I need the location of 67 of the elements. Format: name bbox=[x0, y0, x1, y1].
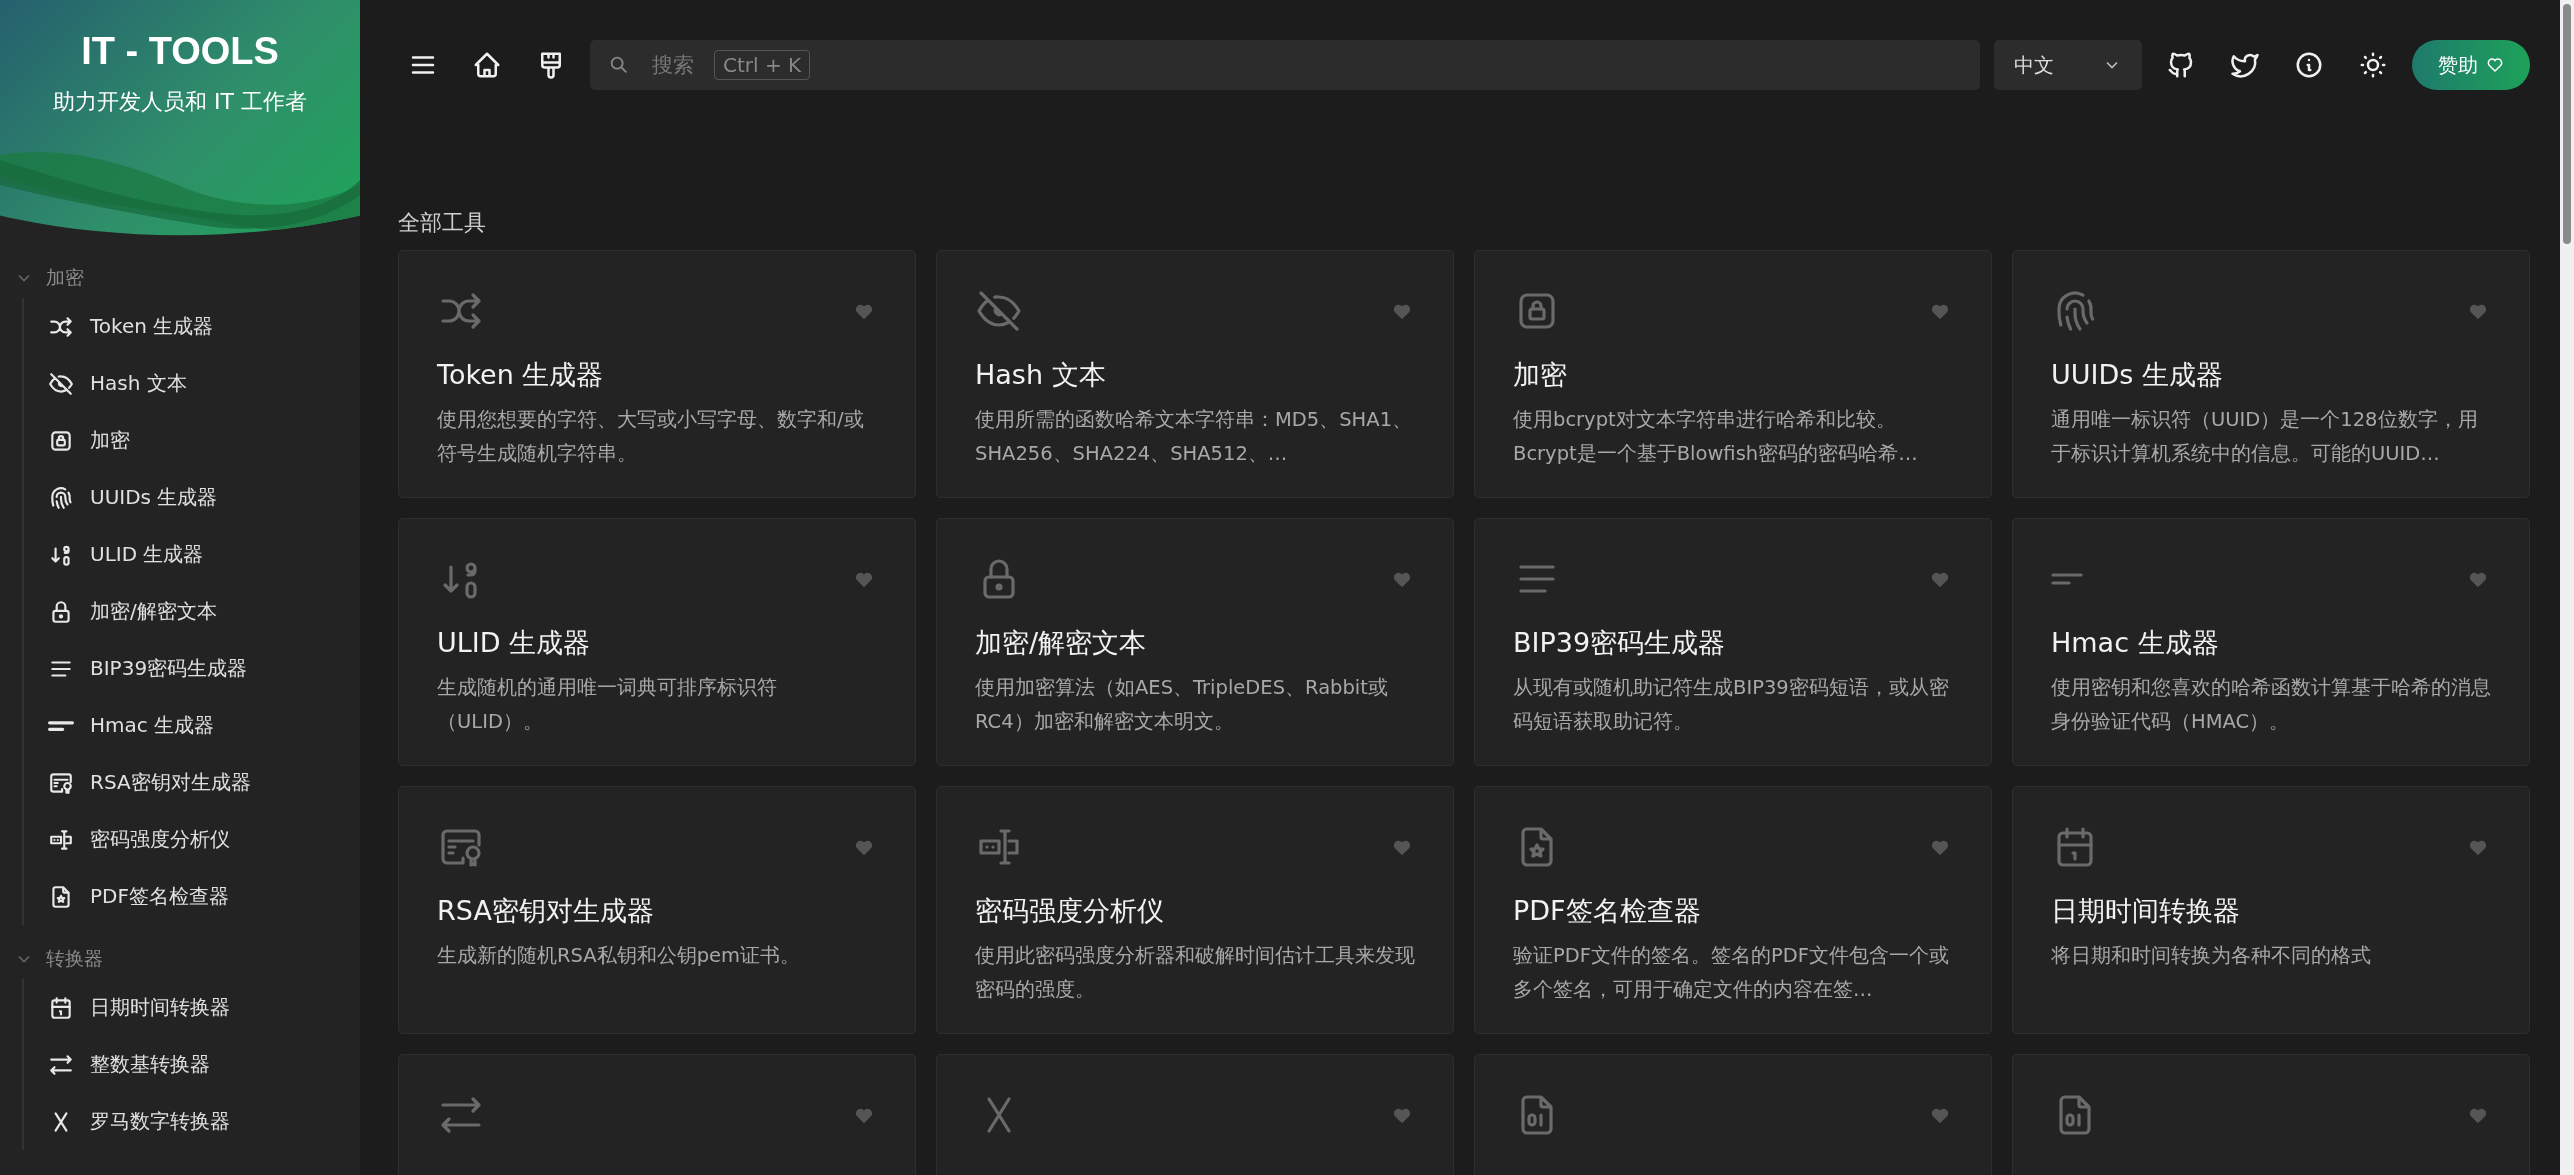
tool-title: 加密 bbox=[1513, 358, 1568, 392]
sidebar-item[interactable]: 日期时间转换器 bbox=[48, 979, 360, 1036]
sidebar-item[interactable]: 加密/解密文本 bbox=[48, 583, 360, 640]
tool-title: Hash 文本 bbox=[975, 358, 1107, 392]
tool-title: UUIDs 生成器 bbox=[2051, 358, 2224, 392]
scrollbar-thumb[interactable] bbox=[2563, 4, 2571, 244]
tool-card[interactable]: UUIDs 生成器 通用唯一标识符（UUID）是一个128位数字，用于标识计算机系统中的信息。可能的UUID… bbox=[2012, 250, 2530, 498]
sidebar-item[interactable]: 加密 bbox=[48, 412, 360, 469]
sidebar-item[interactable]: Token 生成器 bbox=[48, 298, 360, 355]
tool-title: ULID 生成器 bbox=[437, 626, 592, 660]
tool-title: RSA密钥对生成器 bbox=[437, 894, 655, 928]
calendar-icon bbox=[48, 994, 74, 1021]
tool-title: 日期时间转换器 bbox=[2051, 894, 2241, 928]
sidebar-item[interactable]: BIP39密码生成器 bbox=[48, 640, 360, 697]
tool-description: 生成随机的通用唯一词典可排序标识符（ULID）。 bbox=[437, 675, 778, 735]
tool-description: 验证PDF文件的签名。签名的PDF文件包含一个或多个签名，可用于确定文件的内容在签… bbox=[1513, 943, 1950, 1003]
language-select[interactable]: 中文 bbox=[1994, 40, 2142, 90]
tool-card[interactable]: Hash 文本 使用所需的函数哈希文本字符串：MD5、SHA1、SHA256、SHA224、SHA512、… bbox=[936, 250, 1454, 498]
fingerprint-icon bbox=[48, 484, 74, 511]
short-lines-icon bbox=[2051, 573, 2083, 585]
shortcut-hint: Ctrl + K bbox=[714, 50, 811, 80]
tool-card[interactable]: Token 生成器 使用您想要的字符、大写或小写字母、数字和/或符号生成随机字符串。 bbox=[398, 250, 916, 498]
tool-card[interactable]: 加密/解密文本 使用加密算法（如AES、TripleDES、Rabbit或RC4）加密和解密文本明文。 bbox=[936, 518, 1454, 766]
tool-title: BIP39密码生成器 bbox=[1513, 626, 1727, 660]
tool-card[interactable]: Hmac 生成器 使用密钥和您喜欢的哈希函数计算基于哈希的消息身份验证代码（HMAC）。 bbox=[2012, 518, 2530, 766]
tool-card[interactable]: PDF签名检查器 验证PDF文件的签名。签名的PDF文件包含一个或多个签名，可用于确定文件的内容在签… bbox=[1474, 786, 1992, 1034]
tool-description: 使用加密算法（如AES、TripleDES、Rabbit或RC4）加密和解密文本明文。 bbox=[975, 675, 1389, 735]
section-title: 全部工具 bbox=[398, 209, 487, 237]
tool-card[interactable]: 日期时间转换器 将日期和时间转换为各种不同的格式 bbox=[2012, 786, 2530, 1034]
tool-card[interactable]: 加密 使用bcrypt对文本字符串进行哈希和比较。Bcrypt是一个基于Blowfish密码的密码哈希… bbox=[1474, 250, 1992, 498]
sidebar-item[interactable]: 密码强度分析仪 bbox=[48, 811, 360, 868]
sidebar-item[interactable]: 罗马数字转换器 bbox=[48, 1093, 360, 1150]
tool-description: 将日期和时间转换为各种不同的格式 bbox=[2051, 943, 2372, 969]
tool-description: 通用唯一标识符（UUID）是一个128位数字，用于标识计算机系统中的信息。可能的UUID… bbox=[2051, 407, 2479, 467]
sidebar-item[interactable]: 整数基转换器 bbox=[48, 1036, 360, 1093]
sidebar-item[interactable]: Hash 文本 bbox=[48, 355, 360, 412]
short-lines-icon bbox=[48, 720, 74, 731]
logo-subtitle: 助力开发人员和 IT 工作者 bbox=[53, 88, 307, 116]
tool-description: 生成新的随机RSA私钥和公钥pem证书。 bbox=[437, 943, 801, 969]
tool-title: Hmac 生成器 bbox=[2051, 626, 2220, 660]
tool-title: 加密/解密文本 bbox=[975, 626, 1148, 660]
tool-card[interactable]: RSA密钥对生成器 生成新的随机RSA私钥和公钥pem证书。 bbox=[398, 786, 916, 1034]
tool-card[interactable]: ULID 生成器 生成随机的通用唯一词典可排序标识符（ULID）。 bbox=[398, 518, 916, 766]
tool-description: 使用此密码强度分析器和破解时间估计工具来发现密码的强度。 bbox=[975, 943, 1415, 1003]
sidebar-item[interactable]: Hmac 生成器 bbox=[48, 697, 360, 754]
scrollbar[interactable] bbox=[2560, 0, 2574, 1175]
sidebar-item[interactable]: UUIDs 生成器 bbox=[48, 469, 360, 526]
group-label[interactable]: 转换器 bbox=[46, 946, 103, 972]
sidebar-item[interactable]: ULID 生成器 bbox=[48, 526, 360, 583]
tool-title: Token 生成器 bbox=[437, 358, 605, 392]
tool-description: 从现有或随机助记符生成BIP39密码短语，或从密码短语获取助记符。 bbox=[1513, 675, 1950, 735]
search-icon bbox=[608, 54, 630, 76]
heart-icon bbox=[2486, 56, 2504, 74]
eye-off-icon bbox=[48, 370, 74, 397]
logo-title[interactable]: IT - TOOLS bbox=[81, 30, 279, 73]
tool-description: 使用密钥和您喜欢的哈希函数计算基于哈希的消息身份验证代码（HMAC）。 bbox=[2051, 675, 2491, 735]
group-label[interactable]: 加密 bbox=[46, 265, 84, 291]
sponsor-button[interactable]: 赞助 bbox=[2412, 40, 2530, 90]
tool-title: 密码强度分析仪 bbox=[975, 894, 1165, 928]
tool-description: 使用bcrypt对文本字符串进行哈希和比较。Bcrypt是一个基于Blowfish密码的密码哈希… bbox=[1513, 407, 1919, 467]
sidebar-item[interactable]: PDF签名检查器 bbox=[48, 868, 360, 925]
tool-description: 使用您想要的字符、大写或小写字母、数字和/或符号生成随机字符串。 bbox=[437, 407, 865, 467]
tool-card[interactable]: 密码强度分析仪 使用此密码强度分析器和破解时间估计工具来发现密码的强度。 bbox=[936, 786, 1454, 1034]
sidebar-item[interactable]: RSA密钥对生成器 bbox=[48, 754, 360, 811]
tool-title: PDF签名检查器 bbox=[1513, 894, 1702, 928]
tool-description: 使用所需的函数哈希文本字符串：MD5、SHA1、SHA256、SHA224、SHA512、… bbox=[975, 407, 1414, 467]
tool-card[interactable]: BIP39密码生成器 从现有或随机助记符生成BIP39密码短语，或从密码短语获取助记符。 bbox=[1474, 518, 1992, 766]
